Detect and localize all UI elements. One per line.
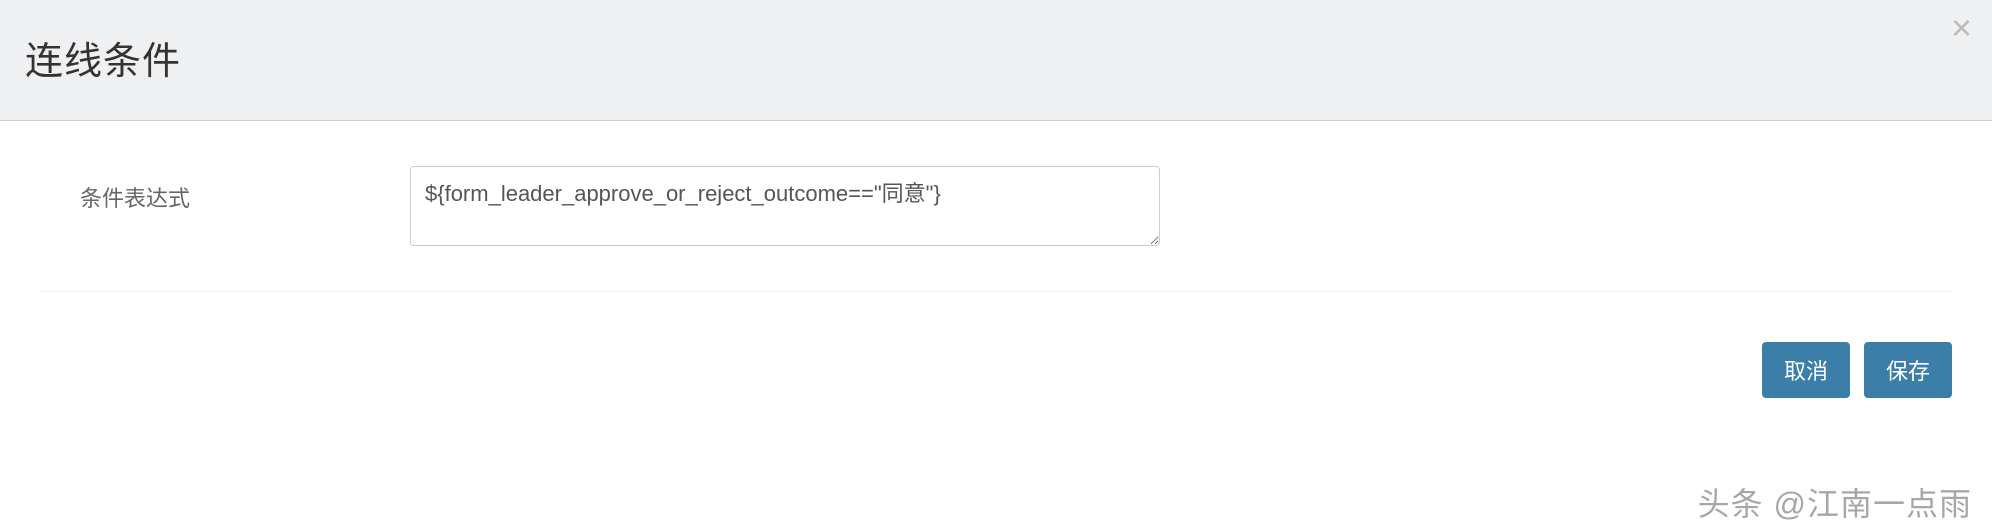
watermark-text: 头条 @江南一点雨 [1698,479,1972,525]
modal-body: 条件表达式 [0,121,1992,322]
modal-footer: 取消 保存 [0,322,1992,398]
cancel-button[interactable]: 取消 [1762,342,1850,398]
form-row-expression: 条件表达式 [40,166,1952,292]
modal-header: 连线条件 × [0,0,1992,121]
expression-label: 条件表达式 [40,166,410,213]
close-icon[interactable]: × [1951,10,1972,46]
expression-input-wrap [410,166,1160,251]
expression-textarea[interactable] [410,166,1160,246]
modal-title: 连线条件 [25,30,1967,85]
save-button[interactable]: 保存 [1864,342,1952,398]
